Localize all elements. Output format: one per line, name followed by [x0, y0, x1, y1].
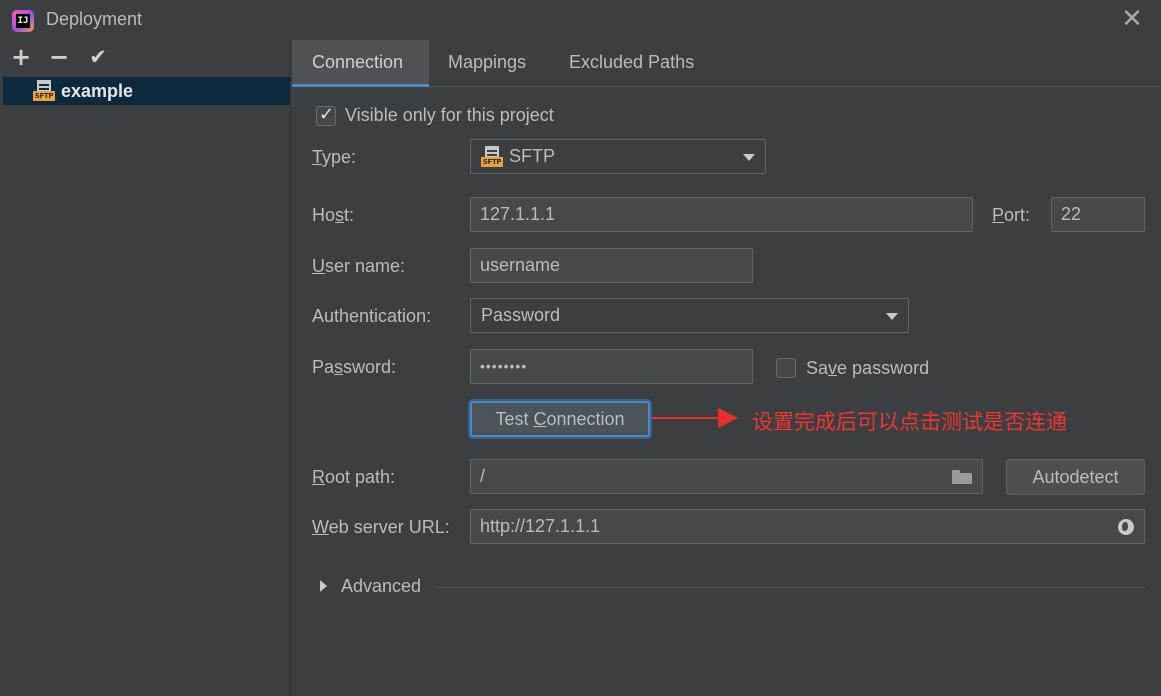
host-input[interactable]: 127.1.1.1	[470, 197, 973, 232]
window-title: Deployment	[46, 9, 143, 29]
type-value: SFTP	[509, 146, 556, 166]
server-item-label: example	[61, 80, 134, 101]
authentication-value: Password	[481, 305, 561, 325]
advanced-section-toggle[interactable]: Advanced	[341, 576, 421, 597]
root-path-value: /	[480, 466, 486, 486]
save-password-label: Save password	[806, 358, 930, 378]
check-icon[interactable]: ✔	[85, 42, 111, 72]
host-label: Host:	[312, 205, 355, 225]
tab-bar: Connection Mappings Excluded Paths	[292, 40, 1161, 87]
add-icon[interactable]: +	[8, 42, 34, 72]
authentication-dropdown[interactable]: Password	[470, 298, 909, 333]
advanced-separator	[436, 587, 1145, 588]
visible-only-label: Visible only for this project	[345, 105, 554, 125]
port-label: Port:	[992, 205, 1031, 225]
server-list-toolbar: + − ✔	[0, 40, 291, 76]
annotation-text: 设置完成后可以点击测试是否连通	[752, 410, 1067, 434]
app-icon-text: IJ	[16, 14, 30, 28]
intellij-app-icon: IJ	[12, 10, 34, 32]
visible-only-checkbox[interactable]: ✓	[316, 104, 336, 126]
user-name-input[interactable]: username	[470, 248, 753, 283]
root-path-input[interactable]: /	[470, 459, 983, 494]
globe-icon[interactable]	[1118, 519, 1134, 535]
checkmark-icon: ✓	[319, 104, 335, 125]
user-name-label: User name:	[312, 256, 406, 276]
close-icon[interactable]: ✕	[1119, 6, 1145, 32]
type-label: Type:	[312, 147, 357, 167]
chevron-down-icon	[886, 313, 898, 320]
authentication-label: Authentication:	[312, 306, 432, 326]
web-server-url-value: http://127.1.1.1	[480, 516, 601, 536]
root-path-label: Root path:	[312, 467, 396, 487]
password-input[interactable]: ••••••••	[470, 349, 753, 384]
server-item-example[interactable]: SFTP example	[3, 77, 290, 105]
expand-triangle-icon[interactable]	[320, 580, 327, 592]
type-dropdown[interactable]: SFTP SFTP	[470, 139, 766, 174]
title-bar: IJ Deployment ✕	[0, 0, 1161, 40]
chevron-down-icon	[743, 154, 755, 161]
annotation-arrow-line	[652, 417, 722, 419]
web-server-url-label: Web server URL:	[312, 517, 450, 537]
save-password-checkbox[interactable]	[776, 358, 796, 378]
sftp-icon: SFTP	[481, 145, 503, 168]
tab-connection[interactable]: Connection	[292, 40, 429, 87]
annotation-arrow-icon	[718, 408, 738, 428]
web-server-url-input[interactable]: http://127.1.1.1	[470, 509, 1145, 544]
remove-icon[interactable]: −	[46, 42, 72, 72]
sftp-icon: SFTP	[33, 80, 55, 102]
test-connection-button[interactable]: Test Connection	[470, 401, 650, 437]
folder-icon[interactable]	[952, 470, 972, 484]
autodetect-button[interactable]: Autodetect	[1006, 459, 1145, 495]
tab-mappings[interactable]: Mappings	[428, 40, 546, 87]
server-list-panel: + − ✔ SFTP example	[0, 40, 291, 696]
port-input[interactable]: 22	[1051, 197, 1145, 232]
password-label: Password:	[312, 357, 397, 377]
tab-excluded-paths[interactable]: Excluded Paths	[549, 40, 714, 87]
